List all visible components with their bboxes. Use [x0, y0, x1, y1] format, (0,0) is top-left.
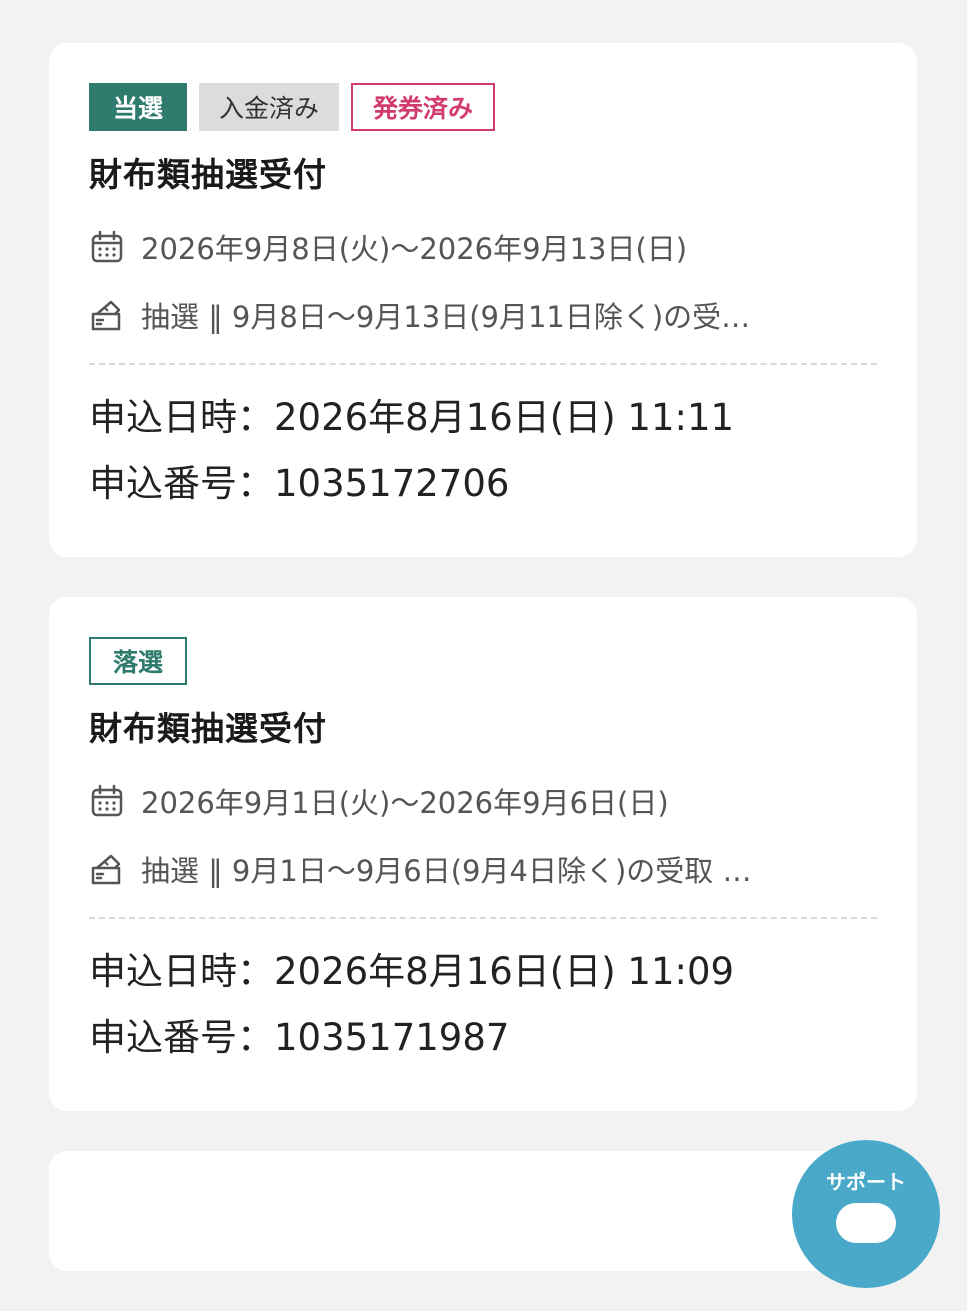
event-period-row: 2026年9月1日(火)〜2026年9月6日(日): [89, 781, 877, 821]
application-info: 申込日時：2026年8月16日(日) 11:11 申込番号：1035172706: [89, 395, 877, 507]
event-meta: 2026年9月1日(火)〜2026年9月6日(日) 抽選 ‖ 9月1日〜9月6日…: [89, 781, 877, 889]
calendar-icon: [91, 230, 123, 263]
lottery-info-row: 抽選 ‖ 9月8日〜9月13日(9月11日除く)の受…: [89, 295, 877, 335]
event-period: 2026年9月1日(火)〜2026年9月6日(日): [141, 786, 669, 820]
lottery-info: 抽選 ‖ 9月8日〜9月13日(9月11日除く)の受…: [141, 300, 751, 334]
chat-bubble-icon: [836, 1203, 896, 1243]
status-badge-paid: 入金済み: [199, 83, 340, 131]
status-badge-won: 当選: [89, 83, 187, 131]
application-datetime: 申込日時：2026年8月16日(日) 11:11: [89, 396, 735, 439]
divider: [89, 363, 877, 365]
status-badges: 落選: [89, 637, 877, 685]
event-period-row: 2026年9月8日(火)〜2026年9月13日(日): [89, 227, 877, 267]
support-button-label: サポート: [826, 1170, 906, 1194]
calendar-icon: [91, 784, 123, 817]
event-period: 2026年9月8日(火)〜2026年9月13日(日): [141, 232, 688, 266]
support-button[interactable]: サポート: [792, 1140, 940, 1288]
status-badge-issued: 発券済み: [351, 83, 496, 131]
event-meta: 2026年9月8日(火)〜2026年9月13日(日) 抽選 ‖ 9月8日〜9月1…: [89, 227, 877, 335]
ticket-icon: [91, 300, 121, 331]
application-number: 申込番号：1035172706: [89, 462, 510, 505]
status-badges: 当選 入金済み 発券済み: [89, 83, 877, 131]
event-title: 財布類抽選受付: [89, 155, 327, 194]
application-number: 申込番号：1035171987: [89, 1016, 510, 1059]
status-badge-lost: 落選: [89, 637, 187, 685]
ticket-icon: [91, 854, 121, 885]
divider: [89, 917, 877, 919]
application-card[interactable]: [49, 1151, 917, 1271]
application-list: 当選 入金済み 発券済み 財布類抽選受付 2026年9月8日(火)〜2026年9…: [49, 43, 917, 1311]
lottery-info: 抽選 ‖ 9月1日〜9月6日(9月4日除く)の受取 …: [141, 854, 752, 888]
application-datetime: 申込日時：2026年8月16日(日) 11:09: [89, 950, 735, 993]
event-title: 財布類抽選受付: [89, 709, 327, 748]
application-card[interactable]: 当選 入金済み 発券済み 財布類抽選受付 2026年9月8日(火)〜2026年9…: [49, 43, 917, 557]
lottery-info-row: 抽選 ‖ 9月1日〜9月6日(9月4日除く)の受取 …: [89, 849, 877, 889]
application-card[interactable]: 落選 財布類抽選受付 2026年9月1日(火)〜2026年9月6日(日) 抽選 …: [49, 597, 917, 1111]
application-info: 申込日時：2026年8月16日(日) 11:09 申込番号：1035171987: [89, 949, 877, 1061]
